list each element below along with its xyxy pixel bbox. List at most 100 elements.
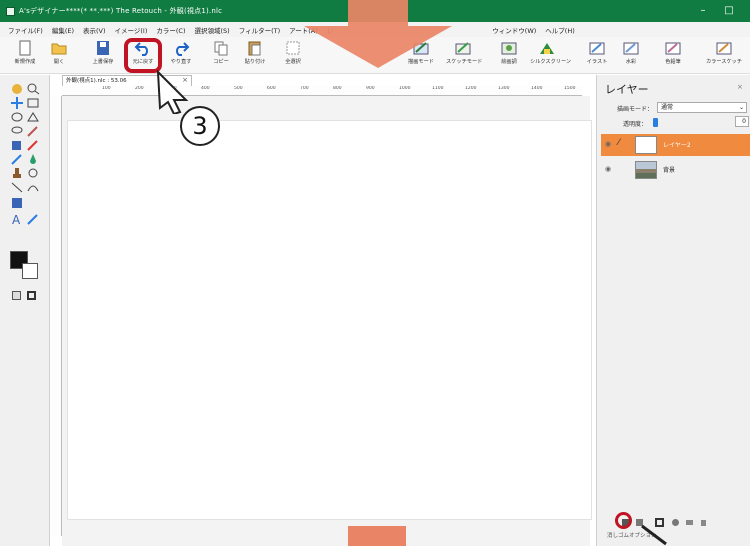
fill-icon[interactable] xyxy=(10,139,24,151)
stamp-icon[interactable] xyxy=(10,167,24,179)
canvas[interactable] xyxy=(67,120,592,520)
opacity-slider[interactable] xyxy=(653,118,733,127)
zoom-tool-icon[interactable] xyxy=(26,83,40,95)
chevron-down-icon: ⌄ xyxy=(738,104,744,111)
delete-layer-icon[interactable] xyxy=(699,518,708,527)
quick-mask-icon[interactable] xyxy=(27,291,36,300)
panel-close-button[interactable]: × xyxy=(737,83,743,91)
minimize-button[interactable]: – xyxy=(690,0,716,22)
down-arrow-bottom-icon xyxy=(348,526,406,546)
blend-mode-select[interactable]: 通常 ⌄ xyxy=(657,102,747,113)
color-sketch-button[interactable]: カラースケッチ xyxy=(702,40,746,72)
opacity-thumb[interactable] xyxy=(653,118,658,127)
eraser-icon[interactable] xyxy=(26,167,40,179)
mask-mode-icon[interactable] xyxy=(12,291,21,300)
new-button[interactable]: 新規作成 xyxy=(8,40,42,72)
colored-pencil-icon xyxy=(665,42,681,55)
ruler-tick-label: 1100 xyxy=(432,86,444,91)
copy-button[interactable]: コピー xyxy=(204,40,238,72)
ellipse-select-icon[interactable] xyxy=(10,111,24,123)
silkscreen-icon xyxy=(540,43,554,54)
painting-icon xyxy=(501,42,517,55)
paste-label: 貼り付け xyxy=(244,59,266,65)
ruler-tick-label: 1300 xyxy=(498,86,510,91)
color-sketch-label: カラースケッチ xyxy=(705,59,743,65)
menu-color[interactable]: カラー(C) xyxy=(156,25,185,35)
paste-button[interactable]: 貼り付け xyxy=(238,40,272,72)
redo-button[interactable]: やり直す xyxy=(164,40,198,72)
painting-button[interactable]: 絵画調 xyxy=(492,40,526,72)
menu-filter[interactable]: フィルター(T) xyxy=(239,25,280,35)
colored-pencil-label: 色鉛筆 xyxy=(665,59,681,65)
polygon-select-icon[interactable] xyxy=(26,111,40,123)
gradient-icon[interactable] xyxy=(10,197,24,209)
save-button[interactable]: 上書保存 xyxy=(86,40,120,72)
painting-label: 絵画調 xyxy=(501,59,517,65)
maximize-button[interactable]: □ xyxy=(716,0,742,22)
watercolor-icon xyxy=(623,42,639,55)
move-tool-icon[interactable] xyxy=(10,97,24,109)
background-color-swatch[interactable] xyxy=(22,263,38,279)
watercolor-button[interactable]: 水彩 xyxy=(614,40,648,72)
colored-pencil-button[interactable]: 色鉛筆 xyxy=(656,40,690,72)
silkscreen-button[interactable]: シルクスクリーン xyxy=(530,40,572,72)
ruler-tick-label: 900 xyxy=(366,86,375,91)
lasso-icon[interactable] xyxy=(10,125,24,137)
open-button[interactable]: 開く xyxy=(42,40,76,72)
menu-file[interactable]: ファイル(F) xyxy=(8,25,43,35)
menu-image[interactable]: イメージ(I) xyxy=(115,25,148,35)
menu-window[interactable]: ウィンドウ(W) xyxy=(492,25,536,35)
brush-icon: ⁄ xyxy=(618,138,620,148)
ruler-tick-label: 800 xyxy=(333,86,342,91)
ruler-tick-label: 400 xyxy=(201,86,210,91)
opacity-input[interactable]: 0 xyxy=(735,116,749,127)
ruler-tick-label: 100 xyxy=(102,86,111,91)
dropper-icon[interactable] xyxy=(26,153,40,165)
pen-icon[interactable] xyxy=(26,139,40,151)
ruler-tick-label: 1400 xyxy=(531,86,543,91)
ruler-tick-label: 1500 xyxy=(564,86,576,91)
layers-panel-title: レイヤー xyxy=(605,83,649,96)
ruler-tick-label: 1200 xyxy=(465,86,477,91)
silkscreen-label: シルクスクリーン xyxy=(530,59,572,65)
menu-help[interactable]: ヘルプ(H) xyxy=(545,25,574,35)
layer-row-2[interactable]: ◉ 背景 xyxy=(601,159,750,181)
menu-view[interactable]: 表示(V) xyxy=(83,25,106,35)
ruler-tick-label: 700 xyxy=(300,86,309,91)
line-icon[interactable] xyxy=(10,181,24,193)
opacity-label: 透明度： xyxy=(623,121,648,128)
ruler-tick-label: 600 xyxy=(267,86,276,91)
rect-select-icon[interactable] xyxy=(26,97,40,109)
app-icon xyxy=(6,6,15,16)
visibility-eye-icon[interactable]: ◉ xyxy=(605,165,613,173)
redo-label: やり直す xyxy=(170,59,192,65)
visibility-eye-icon[interactable]: ◉ xyxy=(605,140,613,148)
shape-icon[interactable] xyxy=(26,181,40,193)
down-arrow-icon xyxy=(304,0,452,68)
brush-icon[interactable] xyxy=(10,153,24,165)
layer-name: レイヤー2 xyxy=(663,142,691,149)
sketch-mode-icon xyxy=(455,42,471,55)
adjust-layer-icon[interactable] xyxy=(671,518,680,527)
svg-text:A: A xyxy=(12,213,21,225)
tool-palette: A xyxy=(0,75,50,546)
magic-wand-icon[interactable] xyxy=(26,125,40,137)
ruler-tick-label: 200 xyxy=(135,86,144,91)
merge-layer-icon[interactable] xyxy=(685,518,694,527)
illust-button[interactable]: イラスト xyxy=(580,40,614,72)
layer-name: 背景 xyxy=(663,167,676,174)
hand-tool-icon[interactable] xyxy=(10,83,24,95)
menu-selection[interactable]: 選択領域(S) xyxy=(195,25,230,35)
menu-edit[interactable]: 編集(E) xyxy=(52,25,74,35)
layer-row-1[interactable]: ◉ ⁄ レイヤー2 xyxy=(601,134,750,156)
mouse-pointer-icon xyxy=(641,524,667,546)
watercolor-label: 水彩 xyxy=(625,59,637,65)
text-icon[interactable]: A xyxy=(10,213,24,225)
step-marker: 3 xyxy=(180,106,220,146)
blend-mode-value: 通常 xyxy=(661,104,674,111)
ruler-tick-label: 1000 xyxy=(399,86,411,91)
select-all-icon xyxy=(286,41,300,55)
open-label: 開く xyxy=(53,59,65,65)
eyedropper-icon[interactable] xyxy=(26,213,40,225)
layer-thumbnail xyxy=(635,136,657,154)
